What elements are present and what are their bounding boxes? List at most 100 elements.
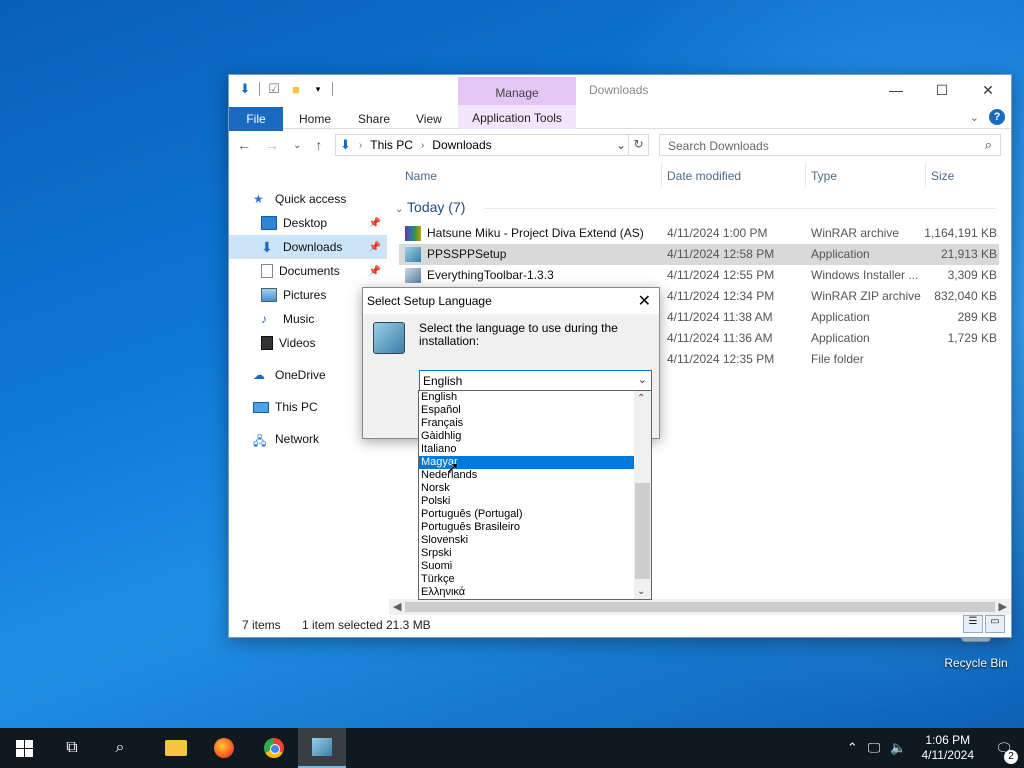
download-arrow-icon: ⬇ xyxy=(261,239,273,255)
column-type[interactable]: Type xyxy=(811,169,837,183)
firefox-taskbar-button[interactable] xyxy=(200,728,248,768)
winrar-icon xyxy=(405,226,421,241)
ribbon-tabs: File Home Share View Application Tools ⌄… xyxy=(229,105,1011,131)
pin-icon: 📌 xyxy=(368,217,381,229)
setup-taskbar-button[interactable] xyxy=(298,728,346,768)
recent-locations-icon[interactable]: ⌄ xyxy=(293,137,301,153)
taskbar: ⧉ ⌕ ⌃ 🖵 🔈 1:06 PM 4/11/2024 🗨 2 xyxy=(0,728,1024,768)
address-dropdown-icon[interactable]: ⌄ xyxy=(616,138,626,152)
column-headers: Name Date modified Type Size xyxy=(399,161,1009,189)
tab-file[interactable]: File xyxy=(229,107,283,131)
language-option[interactable]: Türkçe xyxy=(419,573,634,586)
music-icon: ♪ xyxy=(261,312,267,326)
language-option[interactable]: Italiano xyxy=(419,443,634,456)
dropdown-scrollbar[interactable]: ⌃ ⌄ xyxy=(634,391,651,599)
msi-icon xyxy=(405,268,421,283)
language-option[interactable]: Português (Portugal) xyxy=(419,508,634,521)
scroll-right-icon[interactable]: ▶ xyxy=(999,600,1007,613)
scroll-thumb[interactable] xyxy=(405,602,995,612)
breadcrumb-this-pc[interactable]: This PC xyxy=(370,138,413,152)
language-option[interactable]: Español xyxy=(419,404,634,417)
properties-icon[interactable]: ☑ xyxy=(266,81,282,97)
network-status-icon[interactable]: 🖵 xyxy=(868,740,881,756)
task-view-button[interactable]: ⧉ xyxy=(48,728,96,768)
column-size[interactable]: Size xyxy=(931,169,954,183)
system-tray: ⌃ 🖵 🔈 1:06 PM 4/11/2024 🗨 2 xyxy=(842,728,1024,768)
dialog-title: Select Setup Language xyxy=(367,294,492,308)
column-date-modified[interactable]: Date modified xyxy=(667,169,741,183)
nav-quick-access[interactable]: ★ Quick access xyxy=(229,187,387,211)
language-option[interactable]: Slovenski xyxy=(419,534,634,547)
search-button[interactable]: ⌕ xyxy=(96,728,144,768)
dialog-message: Select the language to use during the in… xyxy=(419,321,618,348)
action-center-button[interactable]: 🗨 2 xyxy=(984,740,1024,764)
language-option[interactable]: Gàidhlig xyxy=(419,430,634,443)
search-input[interactable]: Search Downloads ⌕ xyxy=(659,134,1001,156)
windows-logo-icon xyxy=(15,739,33,757)
downloads-location-icon: ⬇ xyxy=(340,137,351,152)
volume-muted-icon[interactable]: 🔈 xyxy=(890,740,906,756)
clock-date: 4/11/2024 xyxy=(921,748,975,762)
tab-view[interactable]: View xyxy=(416,109,442,129)
maximize-button[interactable]: ☐ xyxy=(919,75,965,105)
close-button[interactable]: ✕ xyxy=(965,75,1011,105)
pin-icon: 📌 xyxy=(368,241,381,253)
quick-access-toolbar: ⬇ ☑ ■ ▾ xyxy=(237,81,333,97)
nav-downloads[interactable]: ⬇ Downloads 📌 xyxy=(229,235,387,259)
file-explorer-taskbar-button[interactable] xyxy=(152,728,200,768)
up-arrow-icon[interactable]: ↑ xyxy=(315,137,322,153)
language-option[interactable]: Suomi xyxy=(419,560,634,573)
group-header-today[interactable]: ⌄ Today (7) xyxy=(395,199,995,215)
back-arrow-icon[interactable]: ← xyxy=(237,137,251,153)
file-row[interactable]: PPSSPPSetup 4/11/2024 12:58 PM Applicati… xyxy=(399,244,999,265)
scroll-left-icon[interactable]: ◀ xyxy=(393,600,401,613)
tab-share[interactable]: Share xyxy=(358,109,390,129)
chevron-down-icon[interactable]: ⌄ xyxy=(638,373,647,386)
help-icon[interactable]: ? xyxy=(989,109,1005,125)
new-folder-icon[interactable]: ■ xyxy=(288,81,304,97)
videos-icon xyxy=(261,336,273,350)
scroll-thumb[interactable] xyxy=(635,483,650,579)
dialog-close-icon[interactable]: ✕ xyxy=(638,291,651,311)
dialog-title-bar: Select Setup Language ✕ xyxy=(363,288,659,314)
nav-desktop[interactable]: Desktop 📌 xyxy=(229,211,387,235)
notification-count: 2 xyxy=(1004,749,1018,764)
expand-ribbon-icon[interactable]: ⌄ xyxy=(970,111,979,124)
cloud-icon: ☁ xyxy=(253,368,265,382)
file-row[interactable]: EverythingToolbar-1.3.3 4/11/2024 12:55 … xyxy=(399,265,999,286)
minimize-button[interactable]: — xyxy=(873,75,919,105)
language-option[interactable]: Ελληνικά xyxy=(419,586,634,599)
language-option[interactable]: Norsk xyxy=(419,482,634,495)
language-option[interactable]: Português Brasileiro xyxy=(419,521,634,534)
large-icons-view-icon[interactable]: ▭ xyxy=(985,615,1005,633)
details-view-icon[interactable]: ☰ xyxy=(963,615,983,633)
column-name[interactable]: Name xyxy=(405,169,437,183)
window-title: Downloads xyxy=(589,83,649,97)
language-dropdown-list[interactable]: English Español Français Gàidhlig Italiano Ma… xyxy=(418,390,652,600)
refresh-icon[interactable]: ↻ xyxy=(628,135,648,155)
nav-documents[interactable]: Documents 📌 xyxy=(229,259,387,283)
item-count: 7 items xyxy=(242,618,281,632)
chrome-taskbar-button[interactable] xyxy=(250,728,298,768)
language-select[interactable]: English ⌄ xyxy=(419,370,652,391)
language-option[interactable]: English xyxy=(419,391,634,404)
start-button[interactable] xyxy=(0,728,48,768)
tab-application-tools[interactable]: Application Tools xyxy=(458,105,576,129)
scroll-up-icon[interactable]: ⌃ xyxy=(637,393,645,404)
scroll-down-icon[interactable]: ⌄ xyxy=(637,586,645,597)
installer-icon xyxy=(312,738,332,756)
manage-tab[interactable]: Manage xyxy=(458,77,576,107)
show-hidden-icons-icon[interactable]: ⌃ xyxy=(847,740,858,756)
recycle-bin-label: Recycle Bin xyxy=(944,656,1008,670)
language-option[interactable]: Srpski xyxy=(419,547,634,560)
breadcrumb-downloads[interactable]: Downloads xyxy=(432,138,491,152)
forward-arrow-icon[interactable]: → xyxy=(265,137,279,153)
title-bar: ⬇ ☑ ■ ▾ Manage Downloads — ☐ ✕ xyxy=(229,75,1011,107)
language-option[interactable]: Polski xyxy=(419,495,634,508)
language-option[interactable]: Français xyxy=(419,417,634,430)
address-bar[interactable]: ⬇ › This PC › Downloads ⌄ ↻ xyxy=(335,134,649,156)
file-row[interactable]: Hatsune Miku - Project Diva Extend (AS) … xyxy=(399,223,999,244)
qat-dropdown-icon[interactable]: ▾ xyxy=(310,81,326,97)
clock[interactable]: 1:06 PM 4/11/2024 xyxy=(922,733,975,763)
tab-home[interactable]: Home xyxy=(299,109,331,129)
